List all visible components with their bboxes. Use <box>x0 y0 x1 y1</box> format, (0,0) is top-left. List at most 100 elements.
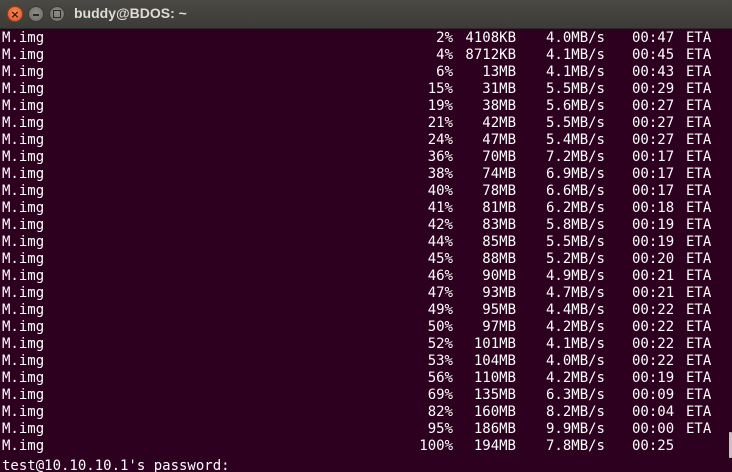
transfer-progress-line: M.img 52% 101MB 4.1MB/s 00:22 ETA <box>1 336 732 353</box>
eta-label: ETA <box>686 285 712 301</box>
terminal-window: × buddy@BDOS: ~ M.img 2% 4108KB 4.0MB/s 00:4… <box>0 0 732 472</box>
progress-percent: 50% <box>427 319 453 335</box>
file-name: M.img <box>2 166 45 182</box>
transferred-size: 97MB <box>482 319 516 335</box>
file-name: M.img <box>2 183 45 199</box>
transfer-rate: 4.1MB/s <box>545 336 605 352</box>
transfer-progress-line: M.img 50% 97MB 4.2MB/s 00:22 ETA <box>1 319 732 336</box>
transfer-rate: 6.6MB/s <box>545 183 605 199</box>
transfer-progress-line: M.img 6% 13MB 4.1MB/s 00:43 ETA <box>1 64 732 81</box>
transfer-rate: 7.2MB/s <box>545 149 605 165</box>
file-name: M.img <box>2 115 45 131</box>
file-name: M.img <box>2 319 45 335</box>
progress-percent: 36% <box>427 149 453 165</box>
remaining-time: 00:21 <box>632 285 675 301</box>
eta-label: ETA <box>686 115 712 131</box>
progress-percent: 15% <box>427 81 453 97</box>
terminal-output[interactable]: M.img 2% 4108KB 4.0MB/s 00:47 ETA M.img 4% 8712K… <box>0 29 732 472</box>
transferred-size: 135MB <box>473 387 516 403</box>
remaining-time: 00:18 <box>632 200 675 216</box>
transfer-progress-line: M.img 41% 81MB 6.2MB/s 00:18 ETA <box>1 200 732 217</box>
file-name: M.img <box>2 438 45 454</box>
progress-percent: 47% <box>427 285 453 301</box>
transfer-rate: 4.2MB/s <box>545 319 605 335</box>
progress-percent: 46% <box>427 268 453 284</box>
transfer-rate: 6.2MB/s <box>545 200 605 216</box>
transferred-size: 8712KB <box>465 47 516 63</box>
transfer-rate: 4.2MB/s <box>545 370 605 386</box>
eta-label: ETA <box>686 234 712 250</box>
eta-label: ETA <box>686 319 712 335</box>
progress-percent: 49% <box>427 302 453 318</box>
remaining-time: 00:22 <box>632 336 675 352</box>
transferred-size: 81MB <box>482 200 516 216</box>
transfer-rate: 4.9MB/s <box>545 268 605 284</box>
remaining-time: 00:17 <box>632 166 675 182</box>
file-name: M.img <box>2 98 45 114</box>
transferred-size: 85MB <box>482 234 516 250</box>
progress-percent: 56% <box>427 370 453 386</box>
remaining-time: 00:00 <box>632 421 675 437</box>
progress-percent: 21% <box>427 115 453 131</box>
transfer-progress-line: M.img 49% 95MB 4.4MB/s 00:22 ETA <box>1 302 732 319</box>
transferred-size: 160MB <box>473 404 516 420</box>
file-name: M.img <box>2 353 45 369</box>
progress-percent: 40% <box>427 183 453 199</box>
transferred-size: 88MB <box>482 251 516 267</box>
progress-percent: 82% <box>427 404 453 420</box>
file-name: M.img <box>2 370 45 386</box>
transferred-size: 83MB <box>482 217 516 233</box>
remaining-time: 00:19 <box>632 217 675 233</box>
minimize-button[interactable] <box>28 6 44 22</box>
file-name: M.img <box>2 149 45 165</box>
transfer-progress-line: M.img 36% 70MB 7.2MB/s 00:17 ETA <box>1 149 732 166</box>
transfer-progress-line: M.img 53% 104MB 4.0MB/s 00:22 ETA <box>1 353 732 370</box>
file-name: M.img <box>2 404 45 420</box>
transfer-rate: 5.2MB/s <box>545 251 605 267</box>
transferred-size: 78MB <box>482 183 516 199</box>
file-name: M.img <box>2 387 45 403</box>
eta-label: ETA <box>686 387 712 403</box>
file-name: M.img <box>2 251 45 267</box>
transferred-size: 38MB <box>482 98 516 114</box>
transfer-rate: 5.6MB/s <box>545 98 605 114</box>
eta-label: ETA <box>686 47 712 63</box>
eta-label: ETA <box>686 353 712 369</box>
transferred-size: 4108KB <box>465 30 516 46</box>
eta-label: ETA <box>686 336 712 352</box>
transfer-rate: 5.5MB/s <box>545 115 605 131</box>
transfer-rate: 7.8MB/s <box>545 438 605 454</box>
remaining-time: 00:22 <box>632 319 675 335</box>
file-name: M.img <box>2 132 45 148</box>
transferred-size: 13MB <box>482 64 516 80</box>
eta-label: ETA <box>686 30 712 46</box>
file-name: M.img <box>2 421 45 437</box>
transferred-size: 194MB <box>473 438 516 454</box>
eta-label: ETA <box>686 98 712 114</box>
password-prompt[interactable]: test@10.10.10.1's password: <box>1 455 732 472</box>
transfer-progress-line: M.img 38% 74MB 6.9MB/s 00:17 ETA <box>1 166 732 183</box>
password-prompt-text: test@10.10.10.1's password: <box>2 458 230 472</box>
remaining-time: 00:04 <box>632 404 675 420</box>
eta-label: ETA <box>686 268 712 284</box>
close-button[interactable]: × <box>7 6 23 22</box>
transfer-progress-line: M.img 47% 93MB 4.7MB/s 00:21 ETA <box>1 285 732 302</box>
progress-percent: 42% <box>427 217 453 233</box>
file-name: M.img <box>2 268 45 284</box>
transfer-progress-line: M.img 45% 88MB 5.2MB/s 00:20 ETA <box>1 251 732 268</box>
progress-percent: 95% <box>427 421 453 437</box>
transfer-progress-line: M.img 40% 78MB 6.6MB/s 00:17 ETA <box>1 183 732 200</box>
remaining-time: 00:47 <box>632 30 675 46</box>
remaining-time: 00:45 <box>632 47 675 63</box>
file-name: M.img <box>2 234 45 250</box>
progress-percent: 38% <box>427 166 453 182</box>
title-bar[interactable]: × buddy@BDOS: ~ <box>0 0 732 29</box>
progress-percent: 44% <box>427 234 453 250</box>
progress-percent: 69% <box>427 387 453 403</box>
progress-percent: 6% <box>436 64 453 80</box>
maximize-button[interactable] <box>49 6 65 22</box>
transfer-progress-line: M.img 100% 194MB 7.8MB/s 00:25 <box>1 438 732 455</box>
progress-percent: 24% <box>427 132 453 148</box>
transfer-rate: 5.4MB/s <box>545 132 605 148</box>
transfer-progress-line: M.img 95% 186MB 9.9MB/s 00:00 ETA <box>1 421 732 438</box>
